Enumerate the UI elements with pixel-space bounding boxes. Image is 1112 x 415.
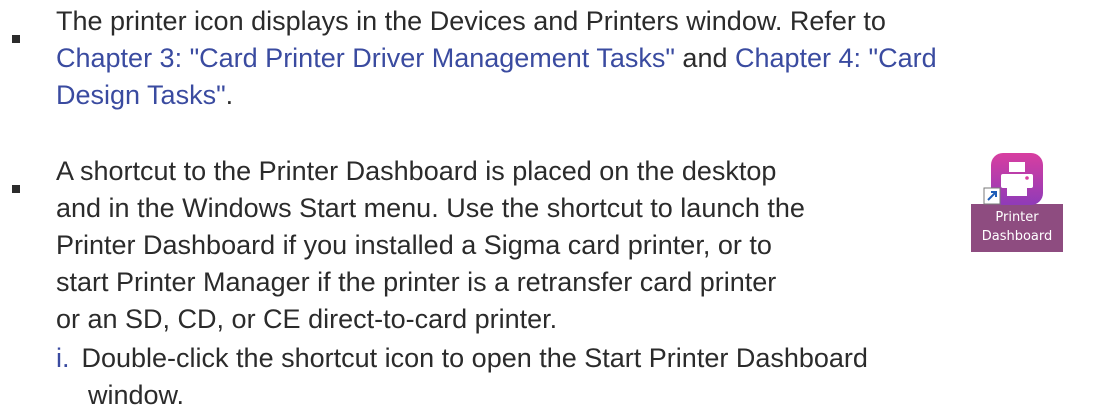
- bullet-2-line: or an SD, CD, or CE direct-to-card print…: [56, 304, 558, 334]
- bullet-2-text: A shortcut to the Printer Dashboard is p…: [56, 153, 956, 338]
- and-text: and: [674, 43, 735, 73]
- chapter-3-link[interactable]: Chapter 3: "Card Printer Driver Manageme…: [56, 43, 675, 73]
- bullet-marker: [12, 35, 20, 43]
- shortcut-label-line-2: Dashboard: [981, 229, 1053, 244]
- bullet-1-text: The printer icon displays in the Devices…: [56, 3, 1096, 114]
- step-text-line-1: Double-click the shortcut icon to open t…: [81, 343, 868, 373]
- chapter-4-link-continued[interactable]: Design Tasks": [56, 80, 226, 110]
- step-marker: i.: [56, 343, 70, 373]
- bullet-1-text-before: The printer icon displays in the Devices…: [56, 6, 886, 36]
- shortcut-label-line-1: Printer: [995, 210, 1039, 225]
- bullet-1-period: .: [225, 80, 234, 110]
- chapter-4-link[interactable]: Chapter 4: "Card: [735, 43, 937, 73]
- bullet-marker: [12, 185, 20, 193]
- step-text-line-2: window.: [88, 380, 185, 410]
- bullet-2-line: start Printer Manager if the printer is …: [56, 267, 777, 297]
- bullet-2-line: A shortcut to the Printer Dashboard is p…: [56, 156, 777, 186]
- bullet-2-line: and in the Windows Start menu. Use the s…: [56, 193, 805, 223]
- bullet-2-line: Printer Dashboard if you installed a Sig…: [56, 230, 772, 260]
- printer-dashboard-shortcut-icon[interactable]: Printer Dashboard: [971, 152, 1063, 252]
- step-i: i. Double-click the shortcut icon to open…: [56, 340, 1096, 414]
